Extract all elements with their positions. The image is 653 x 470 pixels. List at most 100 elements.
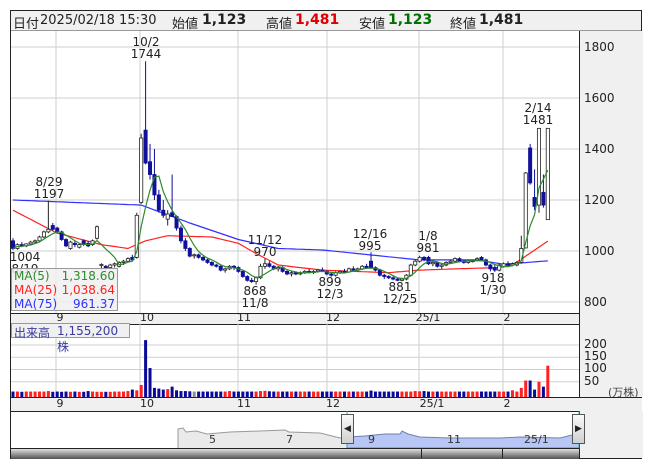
candle-down <box>183 240 188 249</box>
volume-bar <box>24 391 28 397</box>
volume-bar <box>360 391 364 397</box>
volume-bar <box>307 391 311 397</box>
volume-bar <box>404 391 408 397</box>
annotation-price: 970 <box>253 245 277 259</box>
volume-bar <box>533 389 537 397</box>
candle-up <box>289 272 294 275</box>
volume-bar <box>104 391 108 397</box>
candle-up <box>94 226 99 239</box>
candle-down <box>293 272 298 275</box>
volume-bar <box>515 391 519 397</box>
annotation-date: 11/8 <box>241 296 269 310</box>
month-label: 12 <box>326 311 340 324</box>
volume-bar <box>457 391 461 397</box>
ma25-legend: MA(25) 1,038.64 <box>14 283 115 297</box>
candle-down <box>50 225 55 230</box>
ma-legend: MA(5) 1,318.60 MA(25) 1,038.64 MA(75) 961.3… <box>11 268 118 311</box>
navigator-label: 7 <box>286 433 293 446</box>
candle-down <box>386 276 391 279</box>
candle-down <box>214 264 219 267</box>
candle-down <box>201 256 206 261</box>
candle-down <box>205 259 210 263</box>
annotation-price: 1197 <box>33 187 65 201</box>
month-label: 10 <box>140 397 154 410</box>
volume-bar <box>108 391 112 397</box>
volume-bar <box>480 391 484 397</box>
volume-bar <box>259 391 263 397</box>
volume-bar <box>497 391 501 397</box>
volume-bar <box>519 387 523 397</box>
ma75-label: MA(75) <box>14 297 58 311</box>
volume-bar <box>382 391 386 397</box>
volume-bar <box>117 391 121 397</box>
candle-down <box>364 265 369 268</box>
candle-up <box>452 258 457 262</box>
annotation-date: 12/25 <box>382 292 418 306</box>
candle-down <box>391 277 396 280</box>
volume-bar <box>413 391 417 397</box>
annotation-date: 1/30 <box>479 283 507 297</box>
candle-down <box>156 194 161 211</box>
volume-tick: 100 <box>584 361 607 375</box>
candle-down <box>488 264 493 270</box>
volume-bar <box>493 391 497 397</box>
volume-bar <box>183 391 187 397</box>
volume-bar <box>400 391 404 397</box>
candle-down <box>422 256 427 261</box>
candle-up <box>448 260 453 263</box>
month-label: 12 <box>326 397 340 410</box>
ma75-legend: MA(75) 961.37 <box>14 297 115 311</box>
candle-down <box>528 147 533 184</box>
candle-up <box>192 254 197 257</box>
volume-bar <box>188 391 192 397</box>
peak-price: 1744 <box>130 47 162 61</box>
candle-down <box>351 268 356 271</box>
volume-bar <box>175 390 179 397</box>
candle-up <box>121 260 126 263</box>
volume-bar <box>77 391 81 397</box>
volume-bar <box>205 391 209 397</box>
navigator-left-handle[interactable]: ◀ <box>341 414 354 444</box>
month-label: 11 <box>237 311 251 324</box>
volume-bar <box>528 380 532 397</box>
volume-bar <box>541 386 545 397</box>
arrow-right-icon: ▶ <box>575 424 582 434</box>
ma5-legend: MA(5) 1,318.60 <box>14 269 115 283</box>
navigator-label: 25/1 <box>524 433 549 446</box>
volume-bar <box>126 391 130 397</box>
volume-bar <box>157 388 161 397</box>
navigator-right-handle[interactable]: ▶ <box>572 414 585 444</box>
volume-bar <box>223 391 227 397</box>
volume-bar <box>471 391 475 397</box>
volume-bar <box>409 391 413 397</box>
volume-bar <box>33 391 37 397</box>
candle-down <box>426 256 431 265</box>
price-tick: 1800 <box>584 40 615 54</box>
candle-down <box>161 209 166 216</box>
candle-down <box>541 191 546 206</box>
volume-bar <box>462 391 466 397</box>
candle-down <box>249 279 254 283</box>
candle-up <box>475 258 480 261</box>
volume-bar <box>197 391 201 397</box>
navigator-scrollbar[interactable] <box>11 448 579 459</box>
volume-bar <box>289 391 293 397</box>
volume-bar <box>139 384 143 397</box>
volume-bar <box>484 391 488 397</box>
candle-down <box>72 242 77 246</box>
volume-bar <box>86 391 90 397</box>
candle-up <box>439 264 444 267</box>
navigator-label: 11 <box>447 433 461 446</box>
volume-bar <box>38 391 42 397</box>
candle-down <box>382 274 387 277</box>
volume-bar <box>320 391 324 397</box>
volume-bar <box>152 387 156 397</box>
annotation-price: 1481 <box>522 113 554 127</box>
month-label: 2 <box>503 311 511 324</box>
volume-value: 1,155,200株 <box>57 324 119 354</box>
volume-bar <box>303 391 307 397</box>
volume-legend: 出来高 1,155,200株 <box>11 323 130 354</box>
volume-bar <box>179 391 183 397</box>
candle-down <box>369 260 374 268</box>
arrow-left-icon: ◀ <box>344 424 351 434</box>
